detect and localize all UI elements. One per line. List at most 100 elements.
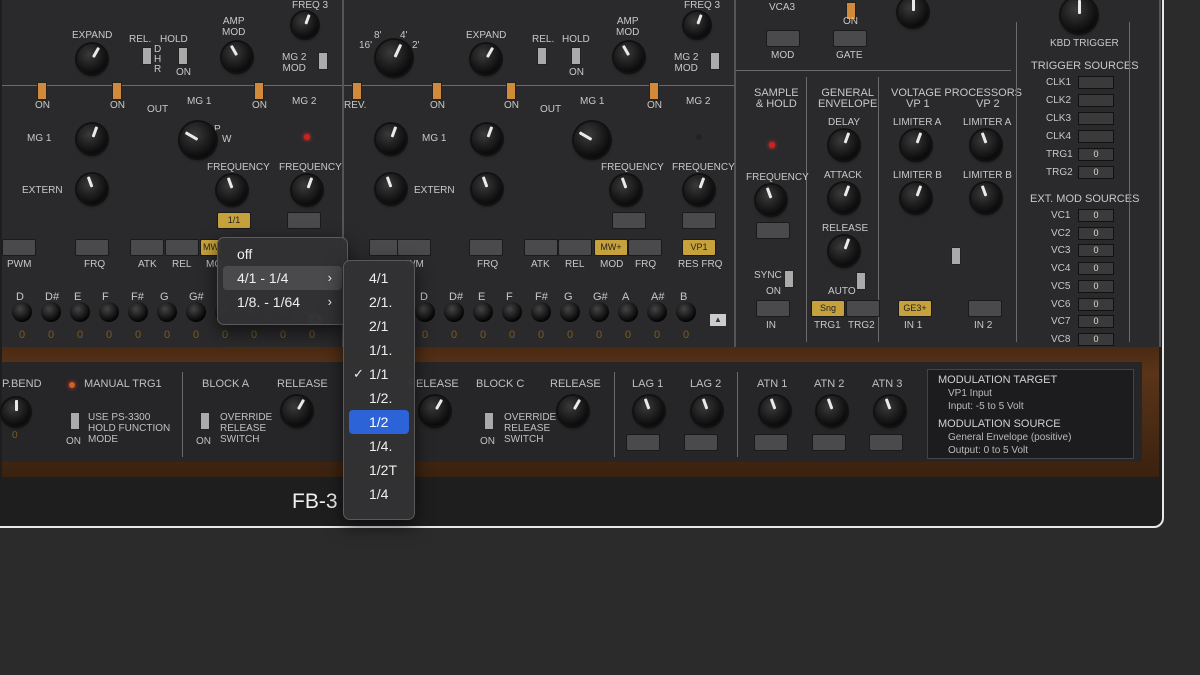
wm-button[interactable] [397,239,431,256]
lag1-knob[interactable] [634,396,664,426]
key-tune-knob[interactable] [128,302,148,322]
trigger-source-value[interactable] [1078,76,1114,89]
sample-hold-in-button[interactable] [756,300,790,317]
override-switch-a[interactable] [200,412,210,430]
trigger-source-value[interactable]: 0 [1078,166,1114,179]
hold-switch[interactable] [571,47,581,65]
ext-mod-value[interactable]: 0 [1078,315,1114,329]
ext-mod-value[interactable]: 0 [1078,226,1114,240]
rel-button[interactable] [165,239,199,256]
mg2-sync-button[interactable] [682,212,716,229]
trigger-source-value[interactable]: 0 [1078,148,1114,161]
ext-mod-value[interactable]: 0 [1078,262,1114,276]
lag2-button[interactable] [684,434,718,451]
atn3-button[interactable] [869,434,903,451]
menu-item[interactable]: off [223,242,342,266]
switch-on-1[interactable] [432,82,442,100]
scroll-up-arrow-icon-b[interactable]: ▲ [710,314,726,326]
switch-on-1[interactable] [37,82,47,100]
trigger-source-value[interactable] [1078,112,1114,125]
switch-on-3[interactable] [649,82,659,100]
delay-knob[interactable] [829,130,859,160]
key-tune-knob[interactable] [647,302,667,322]
key-tune-knob[interactable] [415,302,435,322]
amp-mod-knob[interactable] [222,42,252,72]
menu-item[interactable]: 4/1 - 1/4 › [223,266,342,290]
mg1-frequency-knob[interactable] [611,175,641,205]
sync-switch[interactable] [784,270,794,288]
submenu-item[interactable]: 1/2T [349,458,409,482]
mg2-mod-switch[interactable] [710,52,720,70]
atn3-knob[interactable] [875,396,905,426]
submenu-item[interactable]: 1/2. [349,386,409,410]
ext-mod-value[interactable]: 0 [1078,279,1114,293]
submenu-item[interactable]: 1/2 [349,410,409,434]
vp1-limiter-b-knob[interactable] [901,183,931,213]
release-knob[interactable] [829,236,859,266]
key-tune-knob[interactable] [70,302,90,322]
submenu-item[interactable]: 2/1. [349,290,409,314]
submenu-item[interactable]: 4/1 [349,266,409,290]
trg2-button[interactable] [846,300,880,317]
key-tune-knob[interactable] [502,302,522,322]
vp2-limiter-b-knob[interactable] [971,183,1001,213]
key-tune-knob[interactable] [41,302,61,322]
block-c-release-knob[interactable] [558,396,588,426]
atk-button[interactable] [130,239,164,256]
submenu-item[interactable]: 1/4. [349,434,409,458]
ge3-button[interactable]: GE3+ [898,300,932,317]
submenu-item[interactable]: ✓ 1/1 [349,362,409,386]
submenu-item[interactable]: 1/1. [349,338,409,362]
octave-knob[interactable] [376,40,412,76]
vp2-in-button[interactable] [968,300,1002,317]
block-b-release-knob[interactable] [420,396,450,426]
mod-knob-d[interactable] [472,174,502,204]
atn1-knob[interactable] [760,396,790,426]
key-tune-knob[interactable] [186,302,206,322]
mg1-waveform-knob[interactable] [574,122,610,158]
ext-mod-value[interactable]: 0 [1078,209,1114,222]
vp1-limiter-a-knob[interactable] [901,130,931,160]
sng-button[interactable]: Sng [811,300,845,317]
mg1-sync-button[interactable] [612,212,646,229]
mg2-mod-switch[interactable] [318,52,328,70]
key-tune-knob[interactable] [99,302,119,322]
hold-switch[interactable] [178,47,188,65]
switch-on-2[interactable] [506,82,516,100]
switch-on-3[interactable] [254,82,264,100]
sample-hold-frequency-knob[interactable] [756,185,786,215]
rel-button[interactable] [558,239,592,256]
mg2-sync-button[interactable] [287,212,321,229]
mg2-frequency-knob[interactable] [684,175,714,205]
trigger-source-value[interactable] [1078,94,1114,107]
mw-plus-button[interactable]: MW+ [594,239,628,256]
vca3-knob[interactable] [898,0,928,27]
mg1-frequency-knob[interactable] [217,175,247,205]
vp1-button[interactable]: VP1 [682,239,716,256]
mg2-frequency-knob[interactable] [292,175,322,205]
mg1-mod-knob[interactable] [77,124,107,154]
amp-mod-knob[interactable] [614,42,644,72]
expand-knob[interactable] [77,44,107,74]
mod-knob-c[interactable] [472,124,502,154]
atn2-knob[interactable] [817,396,847,426]
key-tune-knob[interactable] [560,302,580,322]
frq-button[interactable] [75,239,109,256]
auto-switch[interactable] [856,272,866,290]
submenu-item[interactable]: 1/4 [349,482,409,506]
key-tune-knob[interactable] [589,302,609,322]
sample-hold-button[interactable] [756,222,790,239]
trigger-source-value[interactable] [1078,130,1114,143]
gate-button[interactable] [833,30,867,47]
extern-mod-knob[interactable] [77,174,107,204]
submenu-item[interactable]: 2/1 [349,314,409,338]
mg1-mod-knob[interactable] [376,124,406,154]
frq-button[interactable] [469,239,503,256]
menu-item[interactable]: 1/8. - 1/64 › [223,290,342,314]
override-switch-c[interactable] [484,412,494,430]
vp-link-switch[interactable] [951,247,961,265]
expand-knob[interactable] [471,44,501,74]
rev-switch[interactable] [352,82,362,100]
dhr-switch[interactable] [142,47,152,65]
ext-mod-value[interactable]: 0 [1078,332,1114,346]
